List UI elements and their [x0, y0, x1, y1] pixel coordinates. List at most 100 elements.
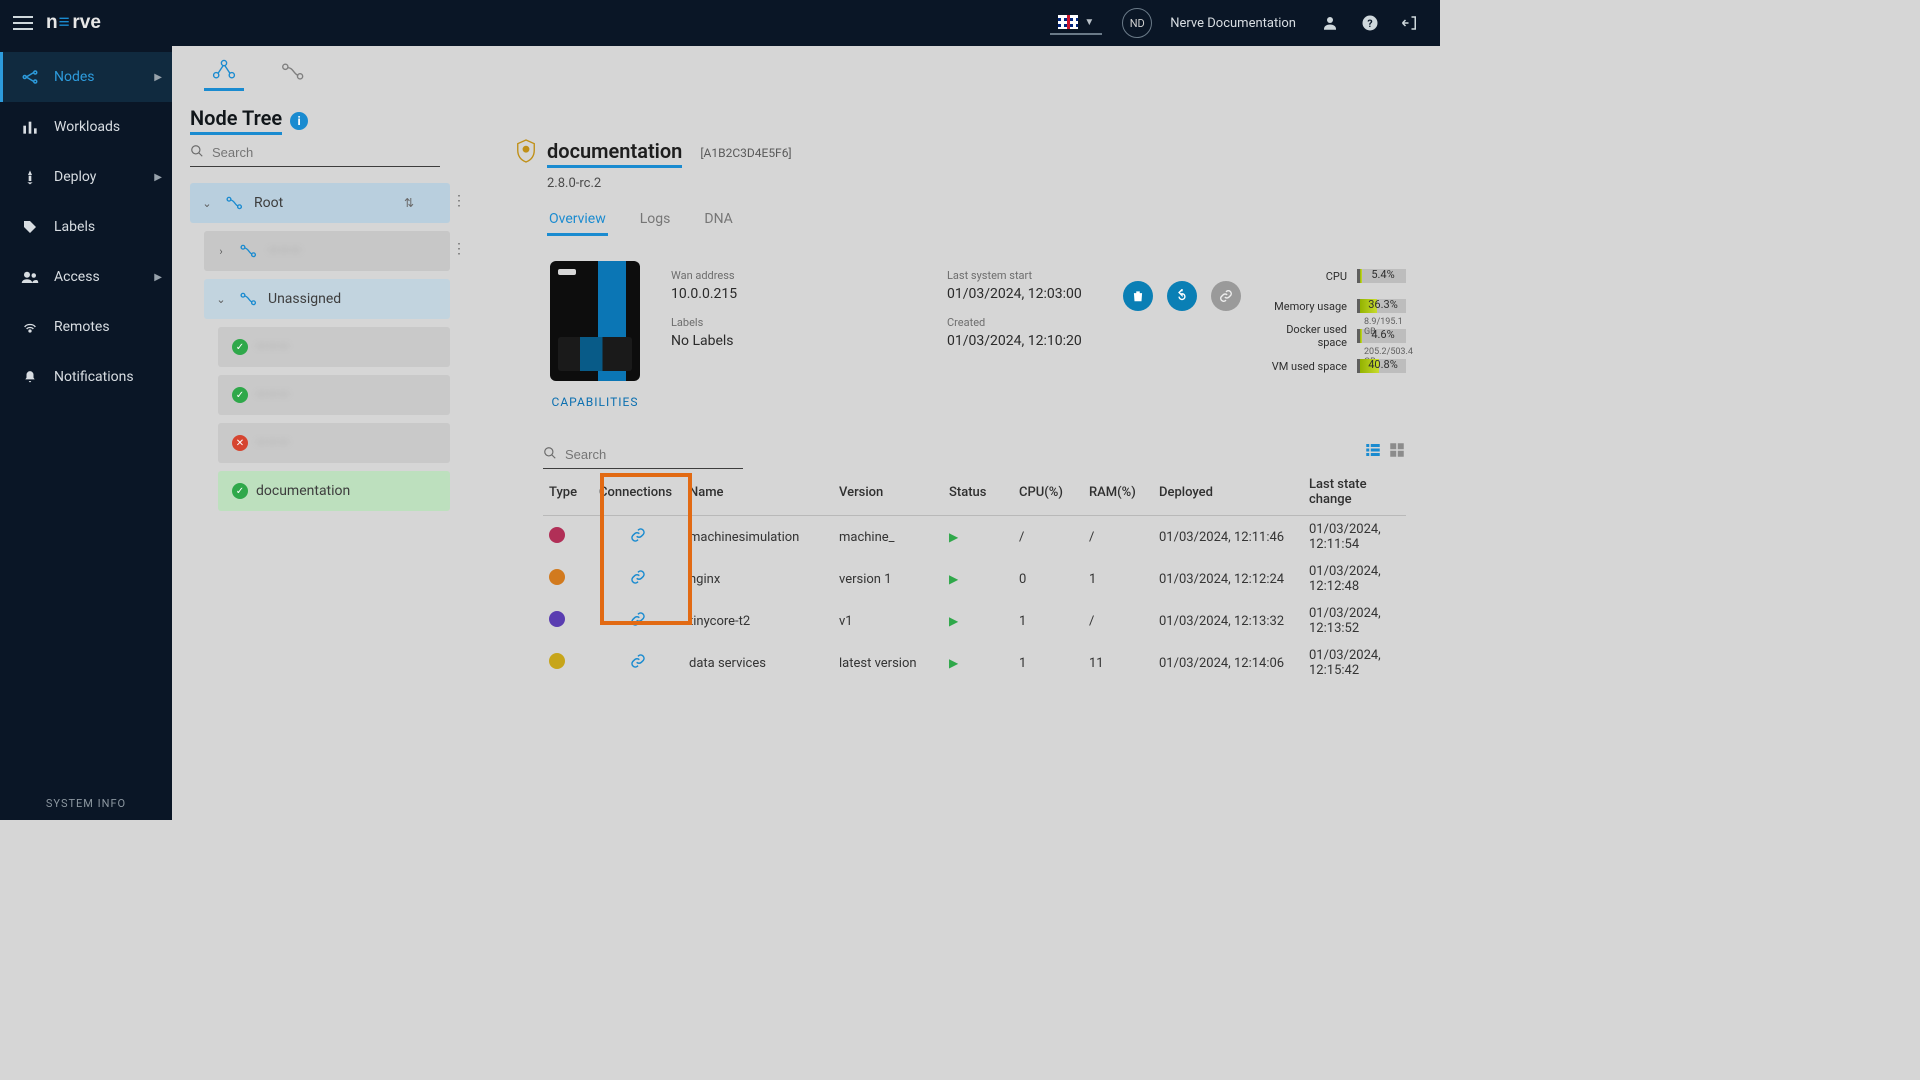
search-icon [190, 143, 204, 162]
cell-version: latest version [833, 642, 943, 684]
branch-icon [224, 192, 246, 214]
status-ok-icon: ✓ [232, 387, 248, 403]
table-row[interactable]: tinycore-t2v1▶1/01/03/2024, 12:13:3201/0… [543, 600, 1406, 642]
sidebar-item-deploy[interactable]: Deploy ▶ [0, 152, 172, 202]
col-ram[interactable]: RAM(%) [1083, 469, 1153, 516]
kebab-icon[interactable]: ⋮ [452, 193, 466, 209]
delete-button[interactable] [1123, 281, 1153, 311]
tree-node-label: ——— [256, 435, 289, 451]
tree-search[interactable] [190, 143, 440, 167]
sidebar-item-labels[interactable]: Labels [0, 202, 172, 252]
graph-icon [281, 62, 307, 82]
tab-list-view[interactable] [274, 58, 314, 91]
workloads-table: Type Connections Name Version Status CPU… [543, 469, 1406, 684]
logout-button[interactable] [1396, 9, 1424, 37]
cell-status: ▶ [943, 642, 1013, 684]
cell-name: data services [683, 642, 833, 684]
meter-cpu: CPU5.4% [1257, 261, 1406, 291]
chevron-right-icon: ▶ [154, 72, 162, 83]
col-status[interactable]: Status [943, 469, 1013, 516]
sidebar-item-remotes[interactable]: Remotes [0, 302, 172, 352]
col-version[interactable]: Version [833, 469, 943, 516]
tree-tabs [190, 58, 476, 92]
labels-icon [20, 217, 40, 237]
table-row[interactable]: nginxversion 1▶0101/03/2024, 12:12:2401/… [543, 558, 1406, 600]
chevron-right-icon: ▶ [154, 272, 162, 283]
page-title-text: Node Tree [190, 106, 282, 135]
tree-node[interactable]: ✓ ——— [218, 375, 450, 415]
connection-link-icon[interactable] [630, 654, 646, 673]
topbar: n≡rve ▼ ND Nerve Documentation ? [0, 0, 1440, 46]
expand-toggle[interactable]: ⌄ [190, 197, 224, 210]
tree-node[interactable]: ✕ ——— [218, 423, 450, 463]
capabilities-link[interactable]: CAPABILITIES [552, 395, 639, 409]
menu-toggle[interactable] [0, 0, 46, 46]
running-icon: ▶ [949, 656, 958, 670]
workload-search-input[interactable] [565, 447, 741, 462]
sidebar-item-nodes[interactable]: Nodes ▶ [0, 52, 172, 102]
expand-toggle[interactable]: ⌄ [204, 293, 238, 306]
sort-icon[interactable]: ⇅ [404, 196, 414, 210]
cell-cpu: 1 [1013, 600, 1083, 642]
tab-tree-view[interactable] [204, 58, 244, 91]
wan-value: 10.0.0.215 [671, 286, 931, 302]
col-deployed[interactable]: Deployed [1153, 469, 1303, 516]
help-button[interactable]: ? [1356, 9, 1384, 37]
cell-deployed: 01/03/2024, 12:14:06 [1153, 642, 1303, 684]
expand-toggle[interactable]: › [204, 245, 238, 258]
cell-version: v1 [833, 600, 943, 642]
tab-overview[interactable]: Overview [547, 205, 608, 236]
sidebar-item-workloads[interactable]: Workloads [0, 102, 172, 152]
col-name[interactable]: Name [683, 469, 833, 516]
nodes-icon [20, 67, 40, 87]
connection-link-icon[interactable] [630, 570, 646, 589]
flag-uk-icon [1058, 15, 1078, 29]
tree-root[interactable]: ⌄ Root ⇅ ⋮ [190, 183, 450, 223]
col-changed[interactable]: Last state change [1303, 469, 1406, 516]
cell-ram: 1 [1083, 558, 1153, 600]
tree-panel: Node Tree i ⌄ Root ⇅ ⋮ › ——— ⋮ [172, 46, 486, 820]
connection-link-icon[interactable] [630, 528, 646, 547]
tree-node-active[interactable]: ✓ documentation [218, 471, 450, 511]
table-row[interactable]: data serviceslatest version▶11101/03/202… [543, 642, 1406, 684]
logo[interactable]: n≡rve [46, 0, 134, 46]
info-icon[interactable]: i [290, 112, 308, 130]
tab-logs[interactable]: Logs [638, 205, 673, 236]
cell-changed: 01/03/2024, 12:15:42 [1303, 642, 1406, 684]
connection-link-icon[interactable] [630, 612, 646, 631]
kebab-icon[interactable]: ⋮ [452, 241, 466, 257]
user-name: Nerve Documentation [1170, 16, 1296, 31]
cell-changed: 01/03/2024, 12:12:48 [1303, 558, 1406, 600]
col-connections[interactable]: Connections [593, 469, 683, 516]
created-label: Created [947, 316, 1107, 329]
tree-node[interactable]: ✓ ——— [218, 327, 450, 367]
labels-label: Labels [671, 316, 931, 329]
tab-dna[interactable]: DNA [702, 205, 734, 236]
sidebar-item-notifications[interactable]: Notifications [0, 352, 172, 402]
workloads-area: Type Connections Name Version Status CPU… [543, 445, 1406, 684]
profile-button[interactable] [1316, 9, 1344, 37]
restart-button[interactable] [1167, 281, 1197, 311]
shield-icon [515, 138, 537, 168]
tree-unassigned[interactable]: ⌄ Unassigned [204, 279, 450, 319]
tree-group[interactable]: › ——— ⋮ [204, 231, 450, 271]
cell-version: version 1 [833, 558, 943, 600]
help-icon: ? [1361, 14, 1379, 32]
col-cpu[interactable]: CPU(%) [1013, 469, 1083, 516]
sidebar-item-access[interactable]: Access ▶ [0, 252, 172, 302]
device-image [550, 261, 640, 381]
sidebar-item-label: Nodes [54, 69, 95, 85]
table-row[interactable]: machinesimulationmachine_▶//01/03/2024, … [543, 516, 1406, 559]
system-info-link[interactable]: SYSTEM INFO [0, 797, 172, 810]
view-grid-button[interactable] [1388, 441, 1406, 459]
link-button[interactable] [1211, 281, 1241, 311]
col-type[interactable]: Type [543, 469, 593, 516]
sidebar: Nodes ▶ Workloads Deploy ▶ Labels Access… [0, 46, 172, 820]
avatar[interactable]: ND [1122, 8, 1152, 38]
workload-search[interactable] [543, 445, 743, 469]
language-selector[interactable]: ▼ [1050, 11, 1102, 35]
tree-search-input[interactable] [212, 145, 440, 160]
cell-status: ▶ [943, 558, 1013, 600]
view-list-button[interactable] [1364, 441, 1382, 459]
cell-name: tinycore-t2 [683, 600, 833, 642]
